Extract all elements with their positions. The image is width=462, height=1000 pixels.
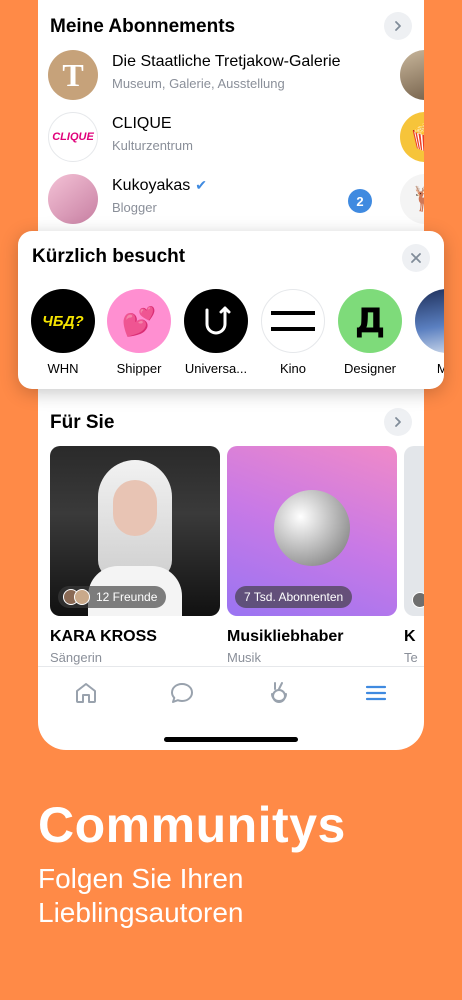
shipper-logo: 💕: [107, 289, 171, 353]
recent-item-shipper[interactable]: 💕 Shipper: [103, 289, 175, 376]
subscription-desc: Blogger: [112, 200, 157, 215]
recent-item-label: Kino: [279, 361, 307, 376]
subscription-row-tretyakov[interactable]: T Die Staatliche Tretjakow-Galerie Museu…: [48, 44, 424, 106]
recent-item-label: Designer: [343, 361, 397, 376]
recently-visited-title: Kürzlich besucht: [32, 246, 186, 267]
recent-item-whn[interactable]: ЧБД? WHN: [27, 289, 99, 376]
promo-subline: Folgen Sie Ihren Lieblingsautoren: [38, 863, 244, 928]
card-title: Musikliebhaber: [227, 628, 344, 645]
kukoyakas-avatar: [48, 174, 98, 224]
clips-icon: [271, 682, 287, 703]
recent-item-universa[interactable]: Universa...: [180, 289, 252, 376]
reindeer-icon: 🦌: [410, 185, 424, 214]
recent-item-label: Universa...: [184, 361, 248, 376]
promo-headline: Communitys: [38, 797, 346, 853]
tab-messages[interactable]: [168, 679, 196, 707]
card-title: K: [404, 628, 416, 645]
card-title: KARA KROSS: [50, 628, 157, 645]
menu-icon: [365, 685, 387, 701]
friend-avatar: [412, 592, 424, 608]
close-button[interactable]: [402, 244, 430, 272]
messages-icon: [171, 683, 193, 703]
friend-avatars: [63, 589, 90, 605]
subscriptions-title: Meine Abonnements: [50, 16, 236, 37]
equals-icon: [271, 311, 315, 331]
chevron-right-icon: [395, 417, 401, 427]
kino-logo: [261, 289, 325, 353]
u-arrow-icon: [205, 306, 231, 335]
tab-menu[interactable]: [362, 679, 390, 707]
close-icon: [411, 253, 421, 263]
verified-icon: ✔: [195, 177, 207, 193]
recent-item-label: Мы: [436, 361, 444, 376]
story-thumbnail[interactable]: 🦌: [400, 174, 424, 224]
disco-ball-icon: [274, 490, 350, 566]
community-card-musikliebhaber[interactable]: 7 Tsd. Abonnenten Musikliebhaber Musik: [227, 446, 397, 666]
recent-item-designer[interactable]: Д Designer: [334, 289, 406, 376]
community-card-partial[interactable]: K Te: [404, 446, 424, 666]
home-indicator: [164, 737, 298, 742]
subscription-name: Kukoyakas ✔: [112, 177, 207, 194]
tab-bar: [38, 666, 424, 718]
story-thumbnail[interactable]: [400, 50, 424, 100]
popcorn-icon: 🍿: [409, 122, 424, 153]
subscription-row-kukoyakas[interactable]: Kukoyakas✔ Blogger 2 🦌: [48, 168, 424, 230]
recent-item-label: Shipper: [116, 361, 162, 376]
story-thumbnail[interactable]: 🍿: [400, 112, 424, 162]
home-icon: [76, 683, 96, 703]
designer-logo: Д: [338, 289, 402, 353]
whn-logo: ЧБД?: [31, 289, 95, 353]
subscribers-pill: 7 Tsd. Abonnenten: [235, 586, 353, 608]
subscription-name: CLIQUE: [112, 115, 172, 132]
card-image: [404, 446, 424, 616]
clique-avatar: CLIQUE: [48, 112, 98, 162]
chevron-right-icon: [395, 21, 401, 31]
tab-clips[interactable]: [265, 679, 293, 707]
subscriptions-more-button[interactable]: [384, 12, 412, 40]
subscription-name: Die Staatliche Tretjakow-Galerie: [112, 53, 341, 70]
for-you-more-button[interactable]: [384, 408, 412, 436]
subscription-row-clique[interactable]: CLIQUE CLIQUE Kulturzentrum 🍿: [48, 106, 424, 168]
subscription-desc: Museum, Galerie, Ausstellung: [112, 76, 285, 91]
subscriptions-header: Meine Abonnements: [50, 8, 412, 44]
card-subtitle: Te: [404, 650, 418, 665]
tab-home[interactable]: [72, 679, 100, 707]
unread-badge: 2: [348, 189, 372, 213]
recent-item-label: WHN: [47, 361, 79, 376]
recent-item-kino[interactable]: Kino: [257, 289, 329, 376]
recently-visited-panel: Kürzlich besucht ЧБД? WHN 💕 Shipper Univ…: [18, 231, 444, 389]
recent-item-my[interactable]: Мы: [411, 289, 444, 376]
card-subtitle: Sängerin: [50, 650, 103, 665]
my-logo: [415, 289, 444, 353]
tretyakov-avatar: T: [48, 50, 98, 100]
card-subtitle: Musik: [227, 650, 261, 665]
universa-logo: [184, 289, 248, 353]
subscription-desc: Kulturzentrum: [112, 138, 193, 153]
for-you-section: Für Sie 12 Freunde KARA KROSS Sängerin 7…: [38, 398, 424, 666]
card-image: 7 Tsd. Abonnenten: [227, 446, 397, 616]
portrait-face: [113, 480, 157, 536]
friends-pill: 12 Freunde: [58, 586, 167, 608]
for-you-title: Für Sie: [50, 412, 115, 433]
card-image: 12 Freunde: [50, 446, 220, 616]
community-card-kara-kross[interactable]: 12 Freunde KARA KROSS Sängerin: [50, 446, 220, 666]
